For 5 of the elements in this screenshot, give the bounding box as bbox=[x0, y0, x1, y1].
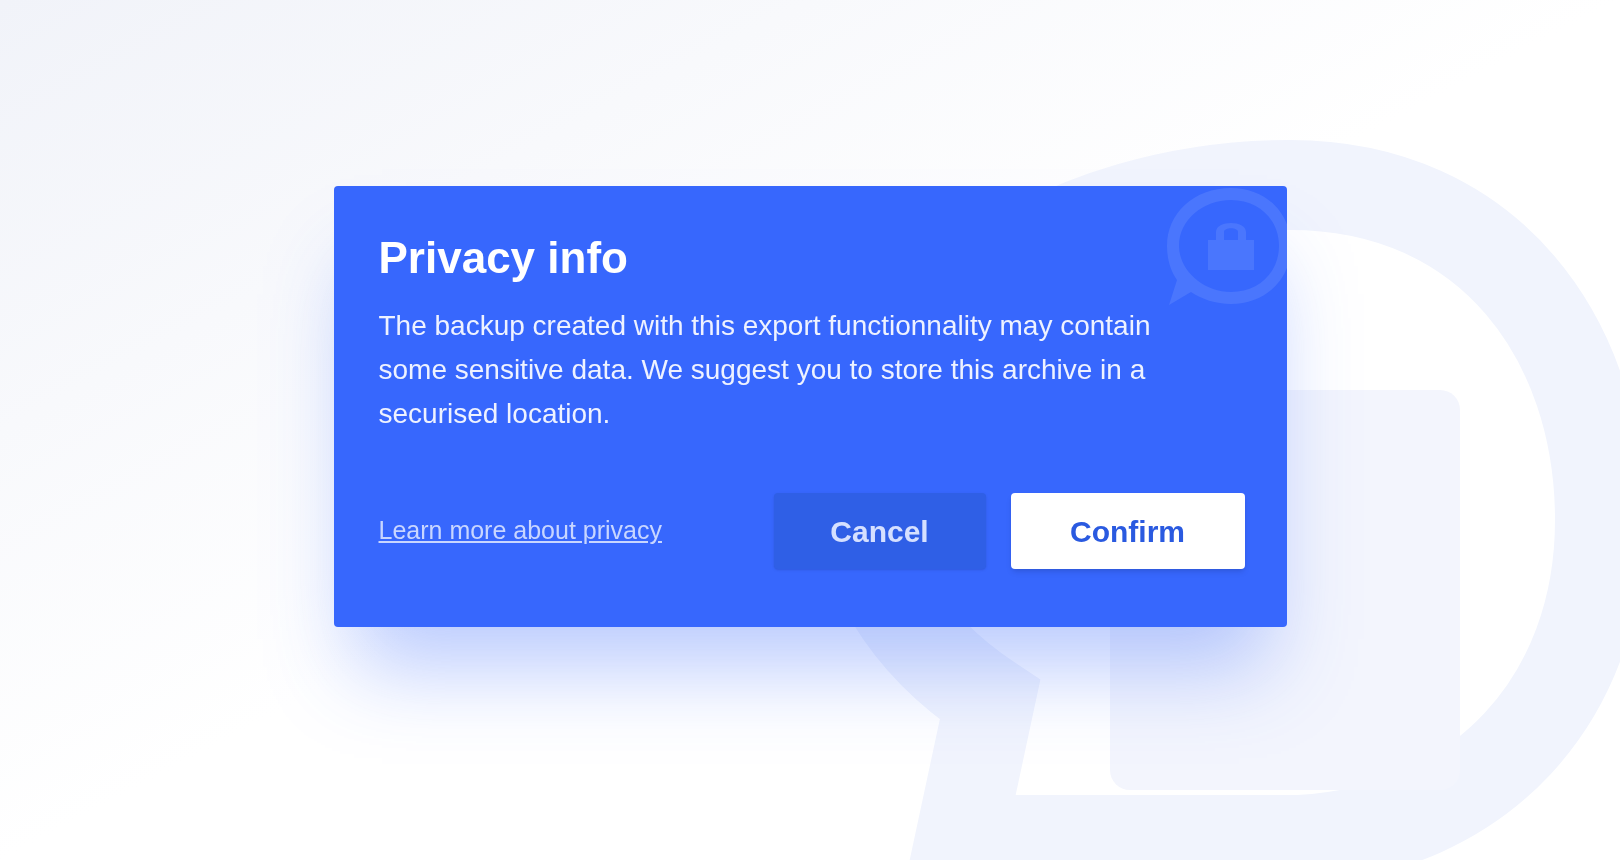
dialog-title: Privacy info bbox=[378, 232, 629, 284]
learn-more-link[interactable]: Learn more about privacy bbox=[378, 512, 662, 550]
dialog-message: The backup created with this export functionnality may contain some sensitive data. We suggest you to store this archive in a securised location. bbox=[378, 309, 1152, 431]
cancel-button[interactable]: Cancel bbox=[773, 493, 986, 569]
confirm-button[interactable]: Confirm bbox=[1010, 493, 1245, 569]
